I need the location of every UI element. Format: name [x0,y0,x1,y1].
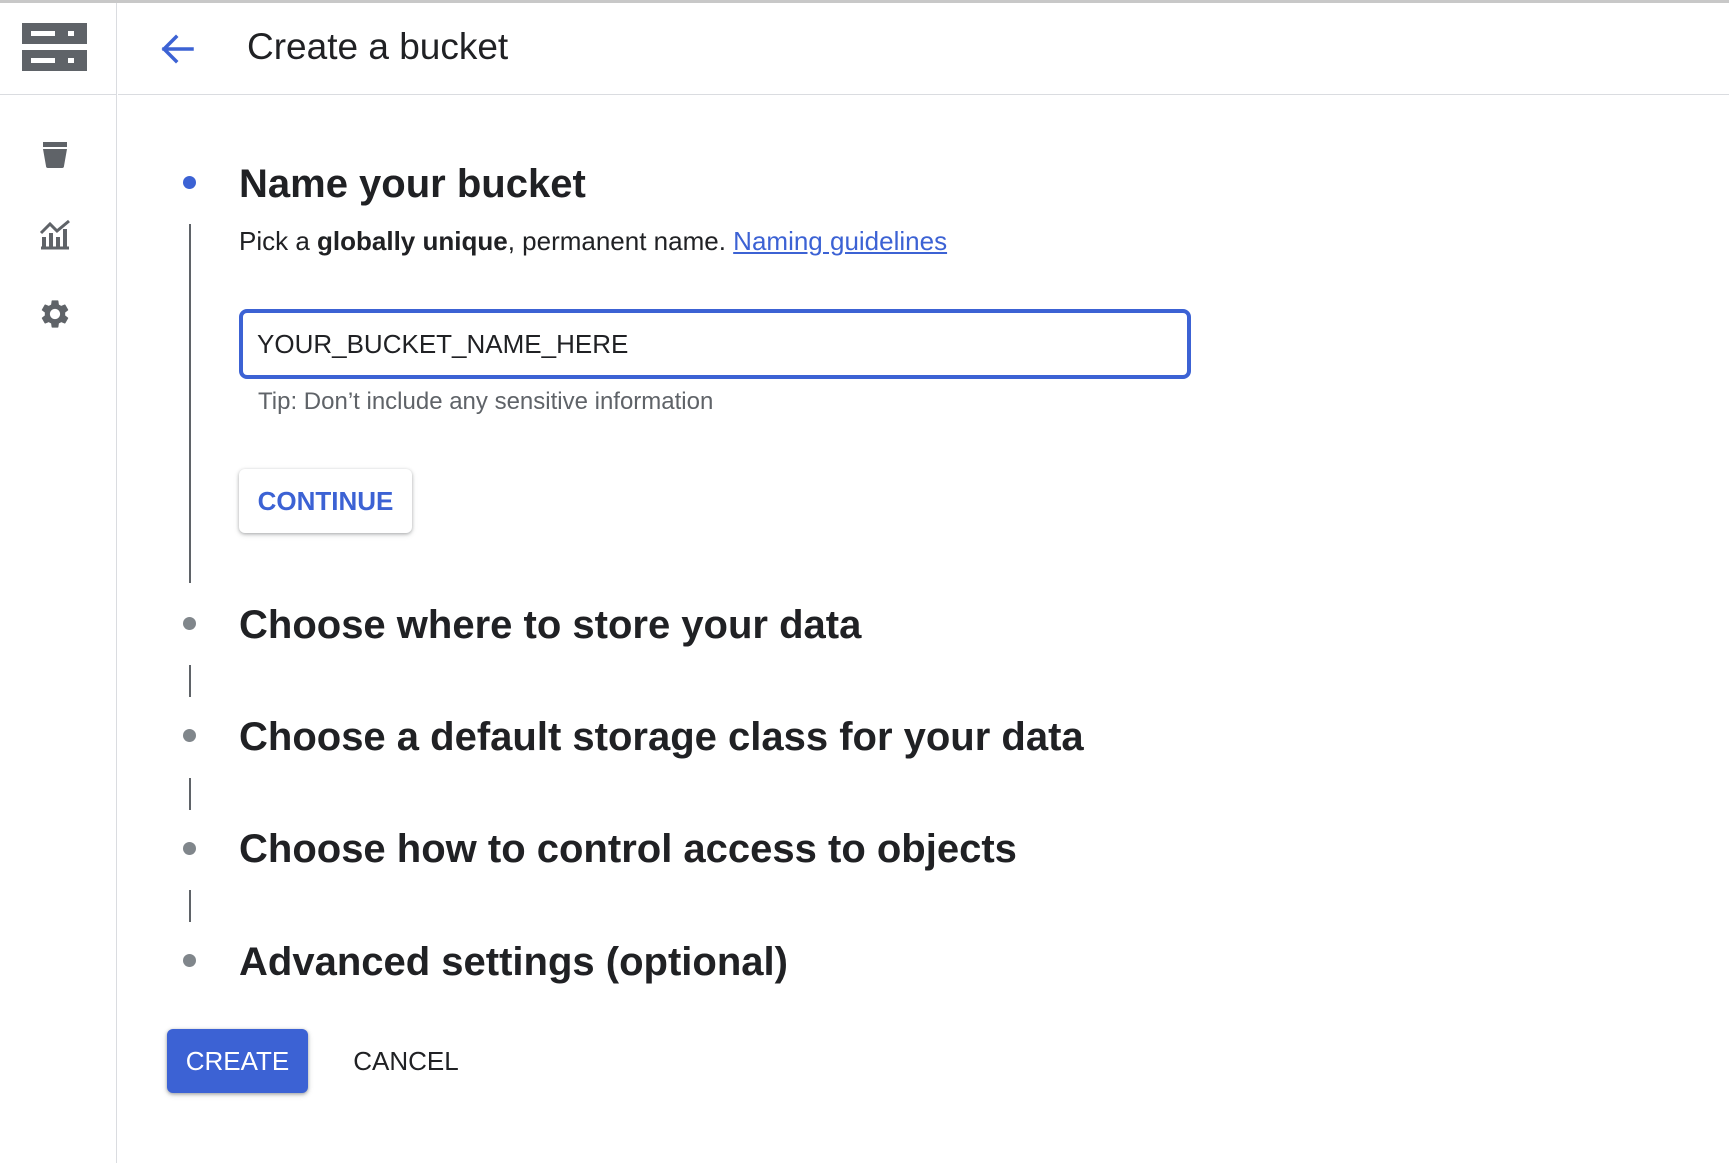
step-title-access-control[interactable]: Choose how to control access to objects [239,825,1017,873]
page-header: Create a bucket [118,3,1729,95]
description-text: , permanent name. [507,226,734,256]
description-text: Pick a [239,226,318,256]
storage-icon[interactable] [22,23,87,76]
left-rail [0,3,117,1163]
analytics-icon[interactable] [38,217,72,251]
step-title-advanced[interactable]: Advanced settings (optional) [239,938,788,986]
step-connector [189,778,191,810]
cancel-button[interactable]: CANCEL [340,1029,472,1093]
create-button[interactable]: CREATE [167,1029,308,1093]
step-dot-active [183,176,196,189]
step-connector [189,224,191,583]
arrow-back-icon[interactable] [156,28,198,70]
step-dot [183,954,196,967]
step-dot [183,617,196,630]
bucket-icon[interactable] [38,137,72,171]
step-title-location[interactable]: Choose where to store your data [239,601,861,649]
step-title-name-bucket: Name your bucket [239,162,586,206]
step-dot [183,729,196,742]
bucket-name-field[interactable] [239,309,1191,379]
step-description: Pick a globally unique, permanent name. … [239,224,947,258]
rail-header [0,3,117,95]
step-dot [183,842,196,855]
step-title-storage-class[interactable]: Choose a default storage class for your … [239,713,1084,761]
description-bold: globally unique [317,226,508,256]
bucket-name-input[interactable] [257,321,1157,367]
page-title: Create a bucket [247,26,509,67]
gear-icon[interactable] [38,297,72,331]
helper-tip: Tip: Don’t include any sensitive informa… [258,388,714,415]
step-connector [189,890,191,922]
naming-guidelines-link[interactable]: Naming guidelines [733,226,947,256]
continue-button[interactable]: CONTINUE [239,469,412,533]
step-connector [189,665,191,697]
